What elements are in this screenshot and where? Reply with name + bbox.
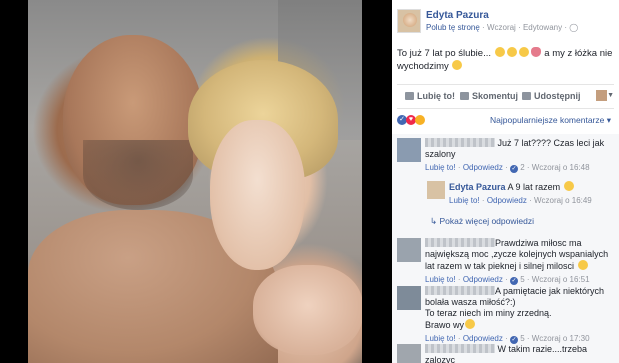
comment-body: W takim razie....trzeba zalozyc — [425, 344, 613, 363]
comment-reply-link[interactable]: Odpowiedz — [463, 163, 503, 172]
comment-text: A pamiętacie jak niektórych bolała wasza… — [425, 286, 613, 331]
commenter-avatar[interactable] — [397, 138, 421, 162]
thumbs-up-icon — [405, 92, 414, 100]
photo-face-woman — [210, 120, 305, 270]
post-text-part1: To już 7 lat po ślubie... — [397, 48, 491, 59]
like-count-icon: ✓ — [509, 277, 518, 285]
comment-time[interactable]: Wczoraj o 17:30 — [532, 334, 590, 343]
comment-time[interactable]: Wczoraj o 16:51 — [532, 275, 590, 284]
comment-like-link[interactable]: Lubię to! — [425, 334, 456, 343]
comment-sort-dropdown[interactable]: Najpopularniejsze komentarze ▾ — [490, 115, 611, 126]
more-replies-link[interactable]: ↳ Pokaż więcej odpowiedzi — [430, 216, 534, 227]
post-meta: Polub tę stronę · Wczoraj · Edytowany · … — [426, 23, 578, 32]
smile-emoji-icon — [563, 181, 574, 191]
like-page-link[interactable]: Polub tę stronę — [426, 23, 480, 32]
commenter-avatar[interactable] — [397, 344, 421, 363]
reply-author-name[interactable]: Edyta Pazura — [449, 182, 506, 192]
wink-emoji-icon — [518, 47, 529, 57]
reply-body: Edyta Pazura A 9 lat razem Lubię to! · O… — [449, 181, 617, 205]
comment-like-count[interactable]: 2 — [520, 163, 524, 172]
wow-reaction-icon[interactable] — [415, 115, 425, 125]
post-sidebar: Edyta Pazura Polub tę stronę · Wczoraj ·… — [392, 0, 619, 363]
acting-as-avatar[interactable] — [596, 90, 607, 101]
comment-text: W takim razie....trzeba zalozyc — [425, 344, 613, 363]
smile-emoji-icon — [465, 319, 476, 329]
share-icon — [522, 92, 531, 100]
post-header: Edyta Pazura Polub tę stronę · Wczoraj ·… — [397, 9, 617, 39]
ring-emoji-icon — [506, 47, 517, 57]
comment-reply-link[interactable]: Odpowiedz — [463, 275, 503, 284]
comment-like-link[interactable]: Lubię to! — [425, 275, 456, 284]
photo-beard — [83, 140, 193, 210]
divider-top — [397, 84, 614, 85]
grin-emoji-icon — [452, 60, 463, 70]
commenter-avatar[interactable] — [397, 238, 421, 262]
comment-like-count[interactable]: 5 — [520, 334, 524, 343]
photo-hand — [253, 265, 362, 355]
commenter-avatar[interactable] — [397, 286, 421, 310]
edited-label[interactable]: Edytowany — [523, 23, 562, 32]
commenter-name-blurred[interactable] — [425, 286, 495, 295]
comments-list: Już 7 lat???? Czas leci jak szalony Lubi… — [392, 134, 619, 363]
post-photo[interactable] — [0, 0, 392, 363]
commenter-name-blurred[interactable] — [425, 138, 495, 147]
divider-bottom — [397, 108, 614, 109]
comment-button-label: Skomentuj — [472, 91, 519, 101]
like-button-label: Lubię to! — [417, 91, 455, 101]
post-text: To już 7 lat po ślubie... a my z łóżka n… — [397, 47, 613, 73]
comment-time[interactable]: Wczoraj o 16:48 — [532, 163, 590, 172]
author-name[interactable]: Edyta Pazura — [426, 10, 489, 21]
like-count-icon: ✓ — [509, 336, 518, 344]
comment-body: A pamiętacie jak niektórych bolała wasza… — [425, 286, 613, 344]
reply-text-content: A 9 lat razem — [507, 182, 561, 192]
comment-icon — [460, 92, 469, 100]
comment-like-count[interactable]: 5 — [520, 275, 524, 284]
comment-like-link[interactable]: Lubię to! — [425, 163, 456, 172]
commenter-name-blurred[interactable] — [425, 344, 495, 353]
share-button[interactable]: Udostępnij — [522, 91, 581, 101]
share-button-label: Udostępnij — [534, 91, 581, 101]
smile-emoji-icon — [577, 260, 588, 270]
reactions-row: ✓ ♥ Najpopularniejsze komentarze ▾ — [397, 115, 615, 129]
globe-icon: · ◯ — [564, 23, 579, 32]
reply-links: Lubię to! · Odpowiedz · Wczoraj o 16:49 — [449, 196, 592, 205]
caret-down-icon[interactable]: ▼ — [607, 92, 614, 99]
reply-reply-link[interactable]: Odpowiedz — [487, 196, 527, 205]
comment-body: Już 7 lat???? Czas leci jak szalony Lubi… — [425, 138, 613, 173]
comment-text: Już 7 lat???? Czas leci jak szalony — [425, 138, 613, 160]
post-actions: Lubię to! Skomentuj Udostępnij ▼ — [397, 88, 615, 104]
comment-links: Lubię to! · Odpowiedz · ✓ 5 · Wczoraj o … — [425, 334, 590, 344]
couple-emoji-icon — [494, 47, 505, 57]
post-time[interactable]: Wczoraj — [487, 23, 516, 32]
sort-label: Najpopularniejsze komentarze — [490, 115, 605, 125]
comment-reply-link[interactable]: Odpowiedz — [463, 334, 503, 343]
comment-text-line2: To teraz niech im miny zrzedną. — [425, 308, 552, 318]
author-avatar[interactable] — [397, 9, 421, 33]
reply-text: Edyta Pazura A 9 lat razem — [449, 181, 617, 193]
comment-body: Prawdziwa miłosc ma największą moc ,zycz… — [425, 238, 613, 285]
more-replies-label: Pokaż więcej odpowiedzi — [439, 216, 534, 226]
reply-time[interactable]: Wczoraj o 16:49 — [534, 196, 592, 205]
comment-links: Lubię to! · Odpowiedz · ✓ 2 · Wczoraj o … — [425, 163, 590, 173]
like-button[interactable]: Lubię to! — [405, 91, 455, 101]
comment-links: Lubię to! · Odpowiedz · ✓ 5 · Wczoraj o … — [425, 275, 590, 285]
couple-selfie-image[interactable] — [28, 0, 362, 363]
comment-button[interactable]: Skomentuj — [460, 91, 518, 101]
like-count-icon: ✓ — [509, 165, 518, 173]
commenter-name-blurred[interactable] — [425, 238, 495, 247]
comment-text: Prawdziwa miłosc ma największą moc ,zycz… — [425, 238, 613, 272]
comment-text-line3: Brawo wy — [425, 320, 465, 330]
reply-author-avatar[interactable] — [427, 181, 445, 199]
heart-emoji-icon — [530, 47, 541, 57]
reply-like-link[interactable]: Lubię to! — [449, 196, 480, 205]
